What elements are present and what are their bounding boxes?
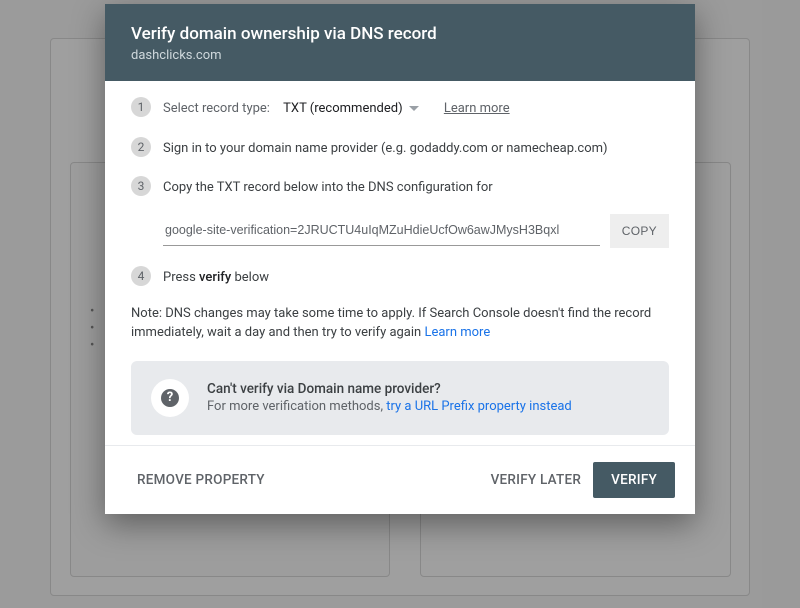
step-2: 2 Sign in to your domain name provider (… [131,137,669,159]
step-3-text: Copy the TXT record below into the DNS c… [163,176,669,198]
alternative-method-box: ? Can't verify via Domain name provider?… [131,361,669,435]
modal-title: Verify domain ownership via DNS record [131,24,669,44]
step-number: 3 [131,176,151,196]
txt-record-input[interactable] [163,216,600,246]
step-2-text: Sign in to your domain name provider (e.… [163,137,669,159]
copy-button[interactable]: COPY [610,214,669,248]
chevron-down-icon [409,106,419,111]
step-3: 3 Copy the TXT record below into the DNS… [131,176,669,198]
learn-more-link[interactable]: Learn more [444,101,510,116]
url-prefix-link[interactable]: try a URL Prefix property instead [386,399,572,414]
record-type-select[interactable]: TXT (recommended) [283,99,418,119]
step-1-label: Select record type: [163,101,270,116]
dns-note: Note: DNS changes may take some time to … [131,305,669,343]
alt-title: Can't verify via Domain name provider? [207,381,572,397]
verify-later-button[interactable]: VERIFY LATER [479,464,594,496]
record-type-value: TXT (recommended) [283,99,402,119]
note-learn-more-link[interactable]: Learn more [424,325,490,340]
verify-dns-modal: Verify domain ownership via DNS record d… [105,4,695,514]
help-icon-circle: ? [151,379,189,417]
txt-record-row: COPY [163,214,669,248]
verify-button[interactable]: VERIFY [593,462,675,498]
question-mark-icon: ? [161,389,179,407]
modal-footer: REMOVE PROPERTY VERIFY LATER VERIFY [105,445,695,514]
background-bullets: ••• [90,303,94,354]
step-number: 2 [131,137,151,157]
modal-body: 1 Select record type: TXT (recommended) … [105,81,695,445]
remove-property-button[interactable]: REMOVE PROPERTY [125,464,277,496]
modal-header: Verify domain ownership via DNS record d… [105,4,695,81]
step-4-text: Press verify below [163,266,669,288]
step-4: 4 Press verify below [131,266,669,288]
step-1: 1 Select record type: TXT (recommended) … [131,97,669,119]
step-number: 4 [131,266,151,286]
alt-text: For more verification methods, try a URL… [207,399,572,414]
step-number: 1 [131,97,151,117]
modal-domain: dashclicks.com [131,48,669,63]
